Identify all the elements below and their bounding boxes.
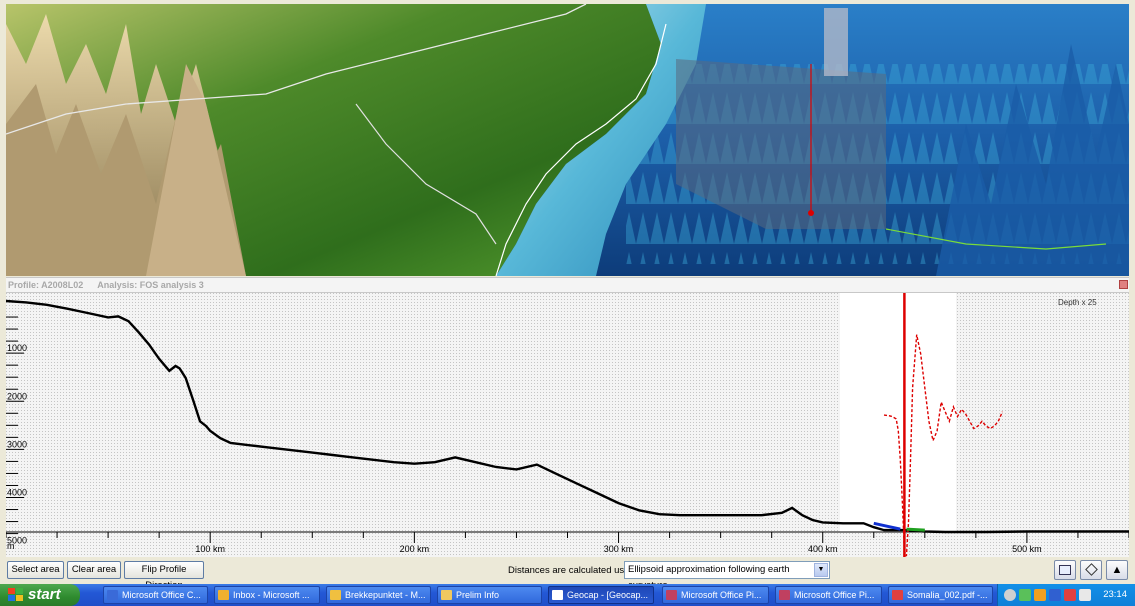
taskbar-button[interactable]: Microsoft Office Pi... xyxy=(662,586,769,604)
taskbar-button-label: Somalia_002.pdf -... xyxy=(907,590,988,600)
speaker-icon[interactable] xyxy=(1004,589,1016,601)
terrain-3d-render[interactable] xyxy=(6,4,1129,276)
clock: 23:14 xyxy=(1103,589,1127,600)
windows-taskbar: start Microsoft Office C... Inbox - Micro… xyxy=(0,584,1135,606)
taskbar-button[interactable]: Brekkepunktet - M... xyxy=(326,586,431,604)
x-tick-label: 500 km xyxy=(1012,544,1042,554)
taskbar-button-label: Geocap - [Geocap... xyxy=(567,590,649,600)
terrain-3d-view[interactable] xyxy=(6,4,1129,276)
y-axis-unit: m xyxy=(7,541,15,551)
profile-header: Profile: A2008L02 Analysis: FOS analysis … xyxy=(6,277,1129,293)
taskbar-button[interactable]: Prelim Info xyxy=(437,586,542,604)
analysis-name: Analysis: FOS analysis 3 xyxy=(97,280,204,290)
diamond-icon xyxy=(1084,563,1098,576)
selection-segment-green xyxy=(906,527,925,532)
app-icon xyxy=(666,590,677,600)
app-icon xyxy=(218,590,229,600)
taskbar-button[interactable]: Microsoft Office C... xyxy=(103,586,208,604)
app-icon xyxy=(330,590,341,600)
taskbar-button-label: Brekkepunktet - M... xyxy=(345,590,426,600)
taskbar-button[interactable]: Inbox - Microsoft ... xyxy=(214,586,320,604)
taskbar-button[interactable]: Microsoft Office Pi... xyxy=(775,586,882,604)
collapse-panel-button[interactable]: ▲ xyxy=(1106,560,1128,580)
distance-method-label: Distances are calculated using xyxy=(508,565,637,576)
zoom-fit-button[interactable] xyxy=(1080,560,1102,580)
window-toggle-button[interactable] xyxy=(1054,560,1076,580)
start-button[interactable]: start xyxy=(0,584,80,606)
x-tick-label: 100 km xyxy=(195,544,225,554)
taskbar-button-label: Microsoft Office Pi... xyxy=(794,590,875,600)
select-area-button[interactable]: Select area xyxy=(7,561,64,579)
distance-method-select[interactable]: Ellipsoid approximation following earth … xyxy=(624,561,830,591)
flip-profile-direction-button[interactable]: Flip Profile Direction xyxy=(124,561,204,591)
windows-logo-icon xyxy=(8,588,23,602)
app-icon xyxy=(552,590,563,600)
device-icon[interactable] xyxy=(1079,589,1091,601)
taskbar-button-label: Microsoft Office C... xyxy=(122,590,201,600)
y-tick-label: 2000 xyxy=(7,391,27,401)
taskbar-button-label: Microsoft Office Pi... xyxy=(681,590,762,600)
x-tick-label: 300 km xyxy=(604,544,634,554)
app-icon xyxy=(779,590,790,600)
taskbar-button-label: Inbox - Microsoft ... xyxy=(233,590,310,600)
y-tick-label: 3000 xyxy=(7,439,27,449)
app-tray-icon[interactable] xyxy=(1049,589,1061,601)
depth-profile-chart[interactable]: 10002000300040005000 100 km 200 km 300 km 4… xyxy=(6,293,1129,557)
app-icon xyxy=(107,590,118,600)
clear-area-button[interactable]: Clear area xyxy=(67,561,121,579)
flag-icon[interactable] xyxy=(1064,589,1076,601)
triangle-up-icon: ▲ xyxy=(1111,564,1123,576)
antivirus-icon[interactable] xyxy=(1034,589,1046,601)
y-tick-label: 4000 xyxy=(7,488,27,498)
taskbar-button-label: Prelim Info xyxy=(456,590,500,600)
network-icon[interactable] xyxy=(1019,589,1031,601)
x-tick-label: 400 km xyxy=(808,544,838,554)
start-label: start xyxy=(28,586,61,603)
profile-toolbar: Select area Clear area Flip Profile Dire… xyxy=(0,557,1135,591)
app-icon xyxy=(441,590,452,600)
profile-name: Profile: A2008L02 xyxy=(8,280,84,290)
chevron-down-icon[interactable]: ▼ xyxy=(814,563,828,577)
close-icon[interactable] xyxy=(1119,280,1128,289)
taskbar-button[interactable]: Somalia_002.pdf -... xyxy=(888,586,993,604)
taskbar-button[interactable]: Geocap - [Geocap... xyxy=(548,586,654,604)
depth-exaggeration-label: Depth x 25 xyxy=(1058,298,1097,307)
y-tick-label: 1000 xyxy=(7,343,27,353)
system-tray: 23:14 xyxy=(997,584,1135,606)
app-icon xyxy=(892,590,903,600)
analysis-window xyxy=(840,293,956,532)
plot-background xyxy=(6,293,1129,557)
x-tick-label: 200 km xyxy=(400,544,430,554)
window-icon xyxy=(1059,565,1071,575)
